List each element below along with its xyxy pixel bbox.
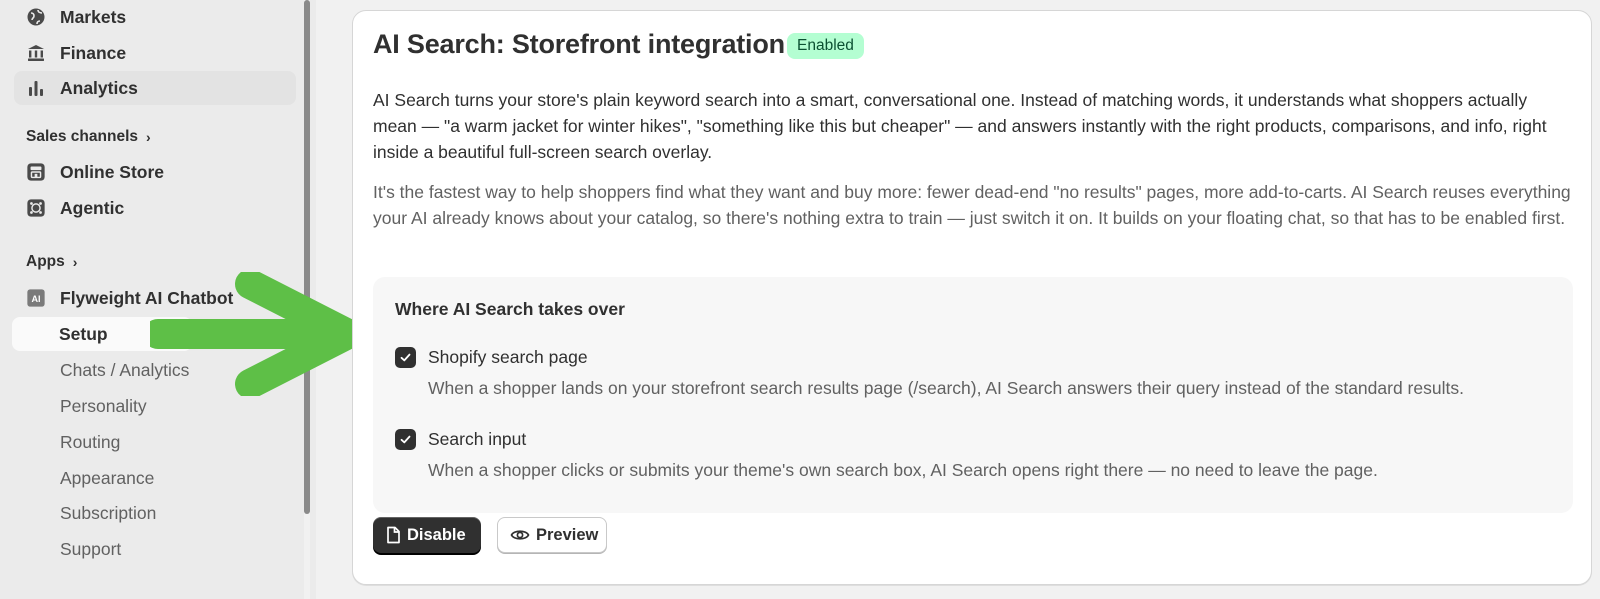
svg-text:AI: AI bbox=[31, 294, 40, 304]
status-badge: Enabled bbox=[787, 33, 864, 59]
shopify-search-page-checkbox[interactable] bbox=[395, 347, 416, 368]
document-icon bbox=[385, 526, 401, 544]
sidebar-item-label: Agentic bbox=[60, 197, 125, 218]
sidebar-item-markets[interactable]: Markets bbox=[14, 0, 296, 34]
sidebar-item-label: Markets bbox=[60, 6, 127, 27]
apps-heading[interactable]: Apps › bbox=[26, 250, 77, 274]
sidebar-item-label: Online Store bbox=[60, 161, 165, 182]
panel-title: Where AI Search takes over bbox=[395, 299, 625, 319]
globe-icon bbox=[26, 7, 46, 27]
sidebar-item-finance[interactable]: Finance bbox=[14, 36, 296, 70]
agentic-icon bbox=[26, 198, 46, 218]
description-paragraph: AI Search turns your store's plain keywo… bbox=[373, 90, 1547, 162]
section-title-label: Apps bbox=[26, 253, 65, 270]
section-title-label: Sales channels bbox=[26, 128, 139, 145]
store-icon bbox=[26, 162, 46, 182]
sidebar-subitem-label: Setup bbox=[59, 323, 108, 344]
sidebar-subitem-support[interactable]: Support bbox=[60, 534, 121, 564]
secondary-paragraph: It's the fastest way to help shoppers fi… bbox=[373, 182, 1571, 228]
bank-icon bbox=[26, 43, 46, 63]
eye-icon bbox=[510, 528, 530, 542]
search-input-checkbox[interactable] bbox=[395, 429, 416, 450]
sidebar-subitem-routing[interactable]: Routing bbox=[60, 427, 120, 457]
ai-app-icon: AI bbox=[26, 288, 46, 308]
page-title: AI Search: Storefront integration bbox=[373, 29, 785, 59]
sidebar-subitem-personality[interactable]: Personality bbox=[60, 391, 147, 421]
sales-channels-heading[interactable]: Sales channels › bbox=[26, 125, 151, 149]
sidebar-item-agentic[interactable]: Agentic bbox=[14, 191, 296, 225]
button-label: Preview bbox=[536, 525, 599, 544]
option-label[interactable]: Search input bbox=[428, 429, 526, 450]
option-label[interactable]: Shopify search page bbox=[428, 347, 588, 368]
sidebar-subitem-appearance[interactable]: Appearance bbox=[60, 463, 154, 493]
sidebar-item-analytics[interactable]: Analytics bbox=[14, 71, 296, 105]
sidebar-subitem-label: Routing bbox=[60, 431, 121, 452]
disable-button[interactable]: Disable bbox=[373, 517, 481, 553]
chevron-right-icon: › bbox=[146, 129, 151, 145]
sidebar-subitem-label: Support bbox=[60, 538, 122, 559]
ai-search-card: AI Search: Storefront integration Enable… bbox=[352, 10, 1592, 585]
sidebar-item-label: Finance bbox=[60, 42, 127, 63]
preview-button[interactable]: Preview bbox=[497, 517, 607, 553]
option-help-text: When a shopper lands on your storefront … bbox=[428, 378, 1464, 398]
green-arrow-annotation bbox=[150, 272, 363, 396]
sidebar-subitem-subscription[interactable]: Subscription bbox=[60, 498, 156, 528]
sidebar-item-online-store[interactable]: Online Store bbox=[14, 155, 296, 189]
sidebar-subitem-label: Personality bbox=[60, 395, 147, 416]
checkmark-icon bbox=[400, 353, 411, 362]
sidebar-item-label: Analytics bbox=[60, 77, 138, 98]
chevron-right-icon: › bbox=[72, 254, 78, 270]
sidebar-subitem-label: Appearance bbox=[60, 467, 155, 488]
bar-chart-icon bbox=[26, 78, 46, 98]
checkmark-icon bbox=[400, 435, 411, 444]
sidebar-subitem-label: Subscription bbox=[60, 502, 157, 523]
button-label: Disable bbox=[407, 525, 466, 544]
search-placement-panel: Where AI Search takes over Shopify searc… bbox=[373, 277, 1573, 513]
option-help-text: When a shopper clicks or submits your th… bbox=[428, 460, 1378, 480]
